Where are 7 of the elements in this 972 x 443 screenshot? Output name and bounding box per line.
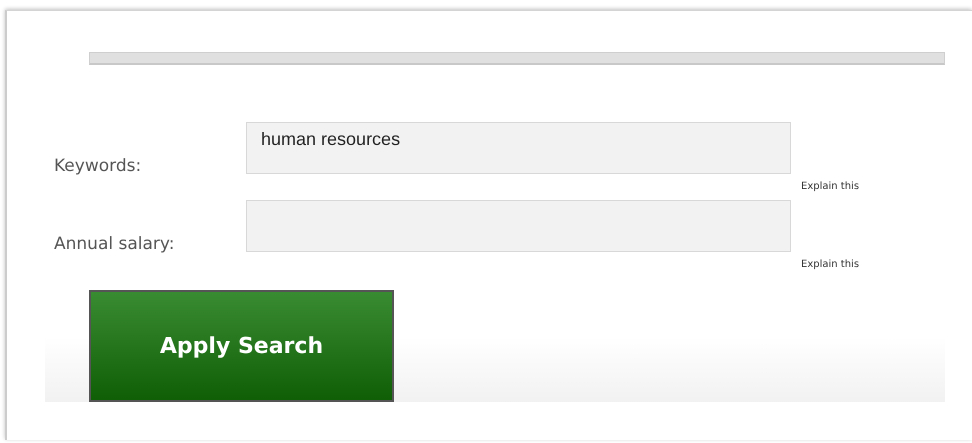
explain-link[interactable]: Explain this	[791, 252, 945, 278]
field-label: Keywords:	[53, 156, 142, 176]
apply-search-button[interactable]: Apply Search	[89, 290, 394, 402]
field-label: Annual salary:	[53, 234, 176, 254]
input-field[interactable]	[246, 200, 791, 252]
input-field[interactable]: human resources	[246, 122, 791, 174]
explain-link[interactable]: Explain this	[791, 174, 945, 200]
